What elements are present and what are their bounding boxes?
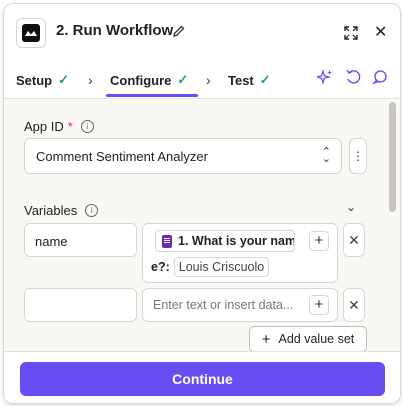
step-panel: 2. Run Workflow ✕ Setup ✓ › Configure ✓ … [3, 3, 401, 404]
more-options-button[interactable]: ⋮ [349, 138, 367, 174]
tab-setup[interactable]: Setup ✓ [16, 72, 69, 88]
refresh-icon[interactable] [345, 69, 361, 85]
variable-key-value: name [35, 234, 68, 249]
panel-header: 2. Run Workflow ✕ [4, 4, 400, 60]
data-pill-label: 1. What is your nam [178, 234, 295, 248]
continue-button[interactable]: Continue [20, 362, 385, 396]
data-pill-continued: e?: Louis Criscuolo [151, 257, 270, 277]
data-pill[interactable]: 1. What is your nam [155, 230, 295, 252]
plus-icon: + [261, 330, 271, 348]
remove-variable-button[interactable]: ✕ [343, 288, 365, 322]
required-marker: * [67, 119, 73, 134]
close-icon[interactable]: ✕ [374, 25, 387, 41]
configure-form: App ID * i Comment Sentiment Analyzer ⌃ ⌄… [4, 99, 400, 352]
scrollbar[interactable] [389, 102, 396, 212]
ai-sparkle-icon[interactable] [317, 69, 333, 85]
info-icon[interactable]: i [85, 204, 99, 217]
pencil-icon[interactable] [172, 24, 186, 38]
variables-label: Variables i [24, 203, 99, 218]
variable-key-input[interactable]: name [24, 223, 137, 257]
value-placeholder: Enter text or insert data... [153, 298, 294, 312]
insert-data-button[interactable]: + [309, 295, 329, 315]
form-icon [162, 234, 172, 248]
data-pill-label-cont: e?: [151, 260, 170, 274]
tab-label: Setup [16, 72, 53, 88]
remove-variable-button[interactable]: ✕ [343, 223, 365, 257]
variable-key-input[interactable] [24, 288, 137, 322]
add-value-set-label: Add value set [278, 332, 355, 346]
app-id-label: App ID * i [24, 119, 94, 134]
chevron-right-icon: › [206, 72, 211, 88]
tab-test[interactable]: Test ✓ [228, 72, 271, 88]
check-icon: ✓ [58, 72, 70, 87]
tab-label: Configure [110, 72, 172, 88]
chevron-updown-icon: ⌃ ⌄ [321, 146, 331, 165]
expand-icon[interactable] [344, 26, 358, 40]
data-pill-answer: Louis Criscuolo [173, 257, 270, 277]
tab-label: Test [228, 72, 254, 88]
add-value-set-button[interactable]: + Add value set [249, 326, 367, 352]
check-icon: ✓ [177, 72, 189, 87]
active-tab-indicator [106, 94, 198, 97]
step-tabs: Setup ✓ › Configure ✓ › Test ✓ [4, 60, 400, 99]
app-id-select[interactable]: Comment Sentiment Analyzer ⌃ ⌄ [24, 138, 342, 174]
app-id-label-text: App ID [24, 119, 64, 134]
variables-label-text: Variables [24, 203, 78, 218]
chevron-down-icon[interactable]: ⌄ [346, 200, 356, 214]
panel-footer: Continue [4, 351, 400, 403]
info-icon[interactable]: i [80, 120, 94, 133]
step-title: 2. Run Workflow [56, 22, 174, 39]
app-id-value: Comment Sentiment Analyzer [36, 148, 208, 164]
variable-value-input[interactable]: 1. What is your nam e?: Louis Criscuolo … [142, 223, 338, 283]
comment-icon[interactable] [372, 69, 388, 85]
chevron-right-icon: › [88, 72, 93, 88]
app-logo [16, 18, 46, 48]
insert-data-button[interactable]: + [309, 231, 329, 251]
variable-value-input[interactable]: Enter text or insert data... + [142, 288, 338, 322]
check-icon: ✓ [259, 72, 271, 87]
tab-configure[interactable]: Configure ✓ [110, 72, 188, 88]
